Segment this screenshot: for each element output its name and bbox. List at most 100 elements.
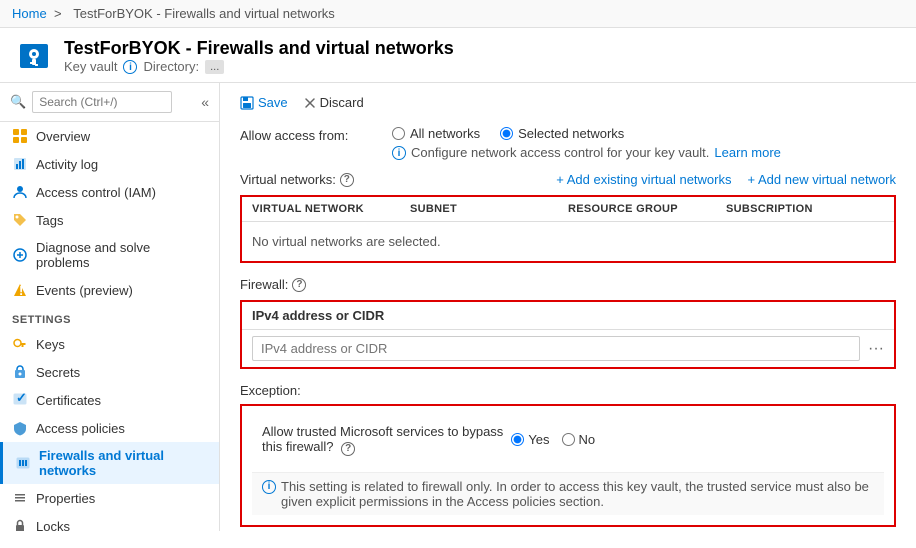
- allow-access-row: Allow access from: All networks Selected…: [240, 126, 896, 160]
- properties-icon: [12, 490, 28, 506]
- firewall-section: Firewall: ? IPv4 address or CIDR ···: [240, 277, 896, 369]
- learn-more-link[interactable]: Learn more: [714, 145, 780, 160]
- svg-text:!: !: [19, 283, 23, 298]
- discard-button[interactable]: Discard: [304, 95, 364, 110]
- save-button[interactable]: Save: [240, 95, 288, 110]
- vnet-table: VIRTUAL NETWORK SUBNET RESOURCE GROUP SU…: [240, 195, 896, 263]
- sidebar-label-access: Access policies: [36, 421, 125, 436]
- radio-all-input[interactable]: [392, 127, 405, 140]
- vnet-label: Virtual networks: ?: [240, 172, 354, 187]
- firewall-box-header: IPv4 address or CIDR: [242, 302, 894, 330]
- sidebar-item-tags[interactable]: Tags: [0, 206, 219, 234]
- exception-box: Allow trusted Microsoft services to bypa…: [240, 404, 896, 527]
- overview-icon: [12, 128, 28, 144]
- sidebar-item-keys[interactable]: Keys: [0, 330, 219, 358]
- sidebar-item-locks[interactable]: Locks: [0, 512, 219, 531]
- locks-icon: [12, 518, 28, 531]
- allow-access-content: All networks Selected networks i Configu…: [392, 126, 896, 160]
- sidebar-item-firewalls[interactable]: Firewalls and virtual networks: [0, 442, 219, 484]
- vnet-section: Virtual networks: ? + Add existing virtu…: [240, 172, 896, 263]
- sidebar-item-certificates[interactable]: ✓ Certificates: [0, 386, 219, 414]
- breadcrumb: Home > TestForBYOK - Firewalls and virtu…: [0, 0, 916, 28]
- radio-selected-input[interactable]: [500, 127, 513, 140]
- sidebar-label-locks: Locks: [36, 519, 70, 532]
- table-empty-message: No virtual networks are selected.: [242, 222, 894, 261]
- col-rg: RESOURCE GROUP: [568, 203, 726, 215]
- sidebar-label-iam: Access control (IAM): [36, 185, 156, 200]
- breadcrumb-home[interactable]: Home: [12, 6, 47, 21]
- firewall-icon: [15, 455, 31, 471]
- save-icon: [240, 96, 254, 110]
- exception-info-icon: i: [262, 480, 276, 494]
- sidebar: 🔍 « Overview Activity log Access control…: [0, 83, 220, 531]
- radio-yes-input[interactable]: [511, 433, 524, 446]
- firewall-input-row: ···: [242, 330, 894, 367]
- exception-label: Exception:: [240, 383, 896, 398]
- radio-yes[interactable]: Yes: [511, 432, 549, 447]
- exception-info-row: i This setting is related to firewall on…: [252, 472, 884, 515]
- sidebar-label-events: Events (preview): [36, 283, 133, 298]
- secrets-icon: [12, 364, 28, 380]
- col-subnet: SUBNET: [410, 203, 568, 215]
- sidebar-label-properties: Properties: [36, 491, 95, 506]
- firewall-help-icon[interactable]: ?: [292, 278, 306, 292]
- exception-help-icon[interactable]: ?: [341, 442, 355, 456]
- add-new-link[interactable]: + Add new virtual network: [748, 172, 897, 187]
- access-icon: [12, 420, 28, 436]
- page-subtitle: Key vault i Directory: ...: [64, 59, 454, 74]
- iam-icon: [12, 184, 28, 200]
- sidebar-label-diagnose: Diagnose and solve problems: [36, 240, 207, 270]
- keyvault-icon: [16, 38, 52, 74]
- vnet-actions: + Add existing virtual networks + Add ne…: [556, 172, 896, 187]
- subtitle-key: Key vault: [64, 59, 117, 74]
- radio-no-input[interactable]: [562, 433, 575, 446]
- events-icon: !: [12, 282, 28, 298]
- sidebar-item-iam[interactable]: Access control (IAM): [0, 178, 219, 206]
- sidebar-label-firewalls: Firewalls and virtual networks: [39, 448, 207, 478]
- keys-icon: [12, 336, 28, 352]
- sidebar-item-activity-log[interactable]: Activity log: [0, 150, 219, 178]
- table-header: VIRTUAL NETWORK SUBNET RESOURCE GROUP SU…: [242, 197, 894, 222]
- radio-no[interactable]: No: [562, 432, 596, 447]
- firewall-input[interactable]: [252, 336, 860, 361]
- sidebar-label-overview: Overview: [36, 129, 90, 144]
- add-existing-link[interactable]: + Add existing virtual networks: [556, 172, 731, 187]
- search-icon: 🔍: [10, 94, 26, 110]
- sidebar-item-diagnose[interactable]: Diagnose and solve problems: [0, 234, 219, 276]
- exception-text: Allow trusted Microsoft services to bypa…: [262, 424, 503, 456]
- sidebar-label-keys: Keys: [36, 337, 65, 352]
- exception-radio-group: Yes No: [511, 432, 595, 447]
- radio-selected-networks[interactable]: Selected networks: [500, 126, 624, 141]
- sidebar-label-activity: Activity log: [36, 157, 98, 172]
- vnet-help-icon[interactable]: ?: [340, 173, 354, 187]
- settings-section-label: Settings: [0, 304, 219, 330]
- sidebar-item-properties[interactable]: Properties: [0, 484, 219, 512]
- sidebar-label-certificates: Certificates: [36, 393, 101, 408]
- exception-inner: Allow trusted Microsoft services to bypa…: [262, 424, 874, 456]
- sidebar-item-overview[interactable]: Overview: [0, 122, 219, 150]
- collapse-icon[interactable]: «: [201, 94, 209, 110]
- activity-icon: [12, 156, 28, 172]
- firewall-label: Firewall: ?: [240, 277, 896, 292]
- allow-access-label: Allow access from:: [240, 126, 380, 143]
- subtitle-dir: Directory:: [143, 59, 199, 74]
- sidebar-item-access-policies[interactable]: Access policies: [0, 414, 219, 442]
- col-vnet: VIRTUAL NETWORK: [252, 203, 410, 215]
- discard-icon: [304, 97, 316, 109]
- firewall-box: IPv4 address or CIDR ···: [240, 300, 896, 369]
- search-input[interactable]: [32, 91, 172, 113]
- sidebar-label-tags: Tags: [36, 213, 63, 228]
- main-content: Save Discard Allow access from: All netw…: [220, 83, 916, 531]
- breadcrumb-current: TestForBYOK - Firewalls and virtual netw…: [73, 6, 335, 21]
- info-icon[interactable]: i: [123, 60, 137, 74]
- firewall-more-icon[interactable]: ···: [868, 340, 884, 358]
- exception-content: Allow trusted Microsoft services to bypa…: [252, 416, 884, 464]
- sidebar-item-secrets[interactable]: Secrets: [0, 358, 219, 386]
- radio-all-networks[interactable]: All networks: [392, 126, 480, 141]
- vnet-header-row: Virtual networks: ? + Add existing virtu…: [240, 172, 896, 187]
- sidebar-search: 🔍 «: [0, 83, 219, 122]
- diagnose-icon: [12, 247, 28, 263]
- col-sub: SUBSCRIPTION: [726, 203, 884, 215]
- info-icon: i: [392, 146, 406, 160]
- sidebar-item-events[interactable]: ! Events (preview): [0, 276, 219, 304]
